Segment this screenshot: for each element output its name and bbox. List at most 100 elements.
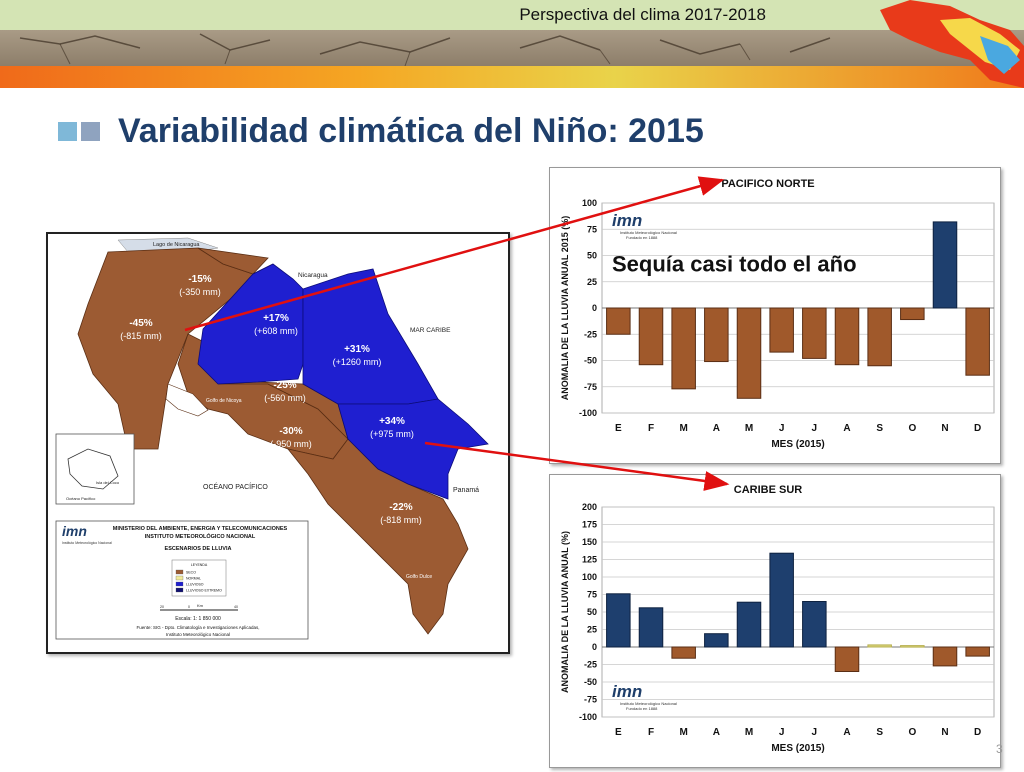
label-lake: Lago de Nicaragua bbox=[153, 242, 200, 248]
x-tick-label: J bbox=[812, 727, 818, 738]
y-axis-label: ANOMALIA DE LA LLUVIA ANUAL (%) bbox=[560, 531, 570, 693]
label-inset-ocean: Océano Pacífico bbox=[66, 496, 96, 501]
region-pct: +31% bbox=[344, 344, 370, 355]
x-tick-label: F bbox=[648, 727, 654, 738]
label-caribbean: MAR CARIBE bbox=[410, 327, 451, 334]
y-tick-label: 0 bbox=[592, 642, 597, 652]
y-tick-label: 25 bbox=[587, 625, 597, 635]
bar bbox=[769, 307, 794, 353]
bullet-square-dark bbox=[81, 122, 100, 141]
title-row: Variabilidad climática del Niño: 2015 bbox=[58, 112, 704, 151]
region-pct: -15% bbox=[188, 274, 211, 285]
imn-logo: imn bbox=[612, 682, 642, 701]
x-tick-label: J bbox=[779, 423, 785, 434]
imn-logo-founded: Fundado en 1888 bbox=[626, 706, 658, 711]
region-pct: -45% bbox=[129, 318, 152, 329]
bar bbox=[965, 307, 990, 376]
region-mm: (+975 mm) bbox=[370, 429, 414, 439]
y-tick-label: -50 bbox=[584, 356, 597, 366]
y-tick-label: -25 bbox=[584, 660, 597, 670]
scale-unit: Km bbox=[197, 603, 204, 608]
x-tick-label: N bbox=[941, 423, 948, 434]
y-tick-label: 50 bbox=[587, 607, 597, 617]
region-mm: (-818 mm) bbox=[380, 515, 422, 525]
label-gulf-nicoya: Golfo de Nicoya bbox=[206, 398, 242, 404]
bar bbox=[671, 307, 696, 390]
chart-pacifico-norte: -100 -75 -50 -25 0 25 50 75 100 E F M A M J J A S O N D PACIF… bbox=[549, 167, 1001, 464]
bar bbox=[704, 307, 729, 363]
x-tick-label: N bbox=[941, 727, 948, 738]
x-tick-label: A bbox=[843, 423, 850, 434]
label-panama: Panamá bbox=[453, 487, 479, 494]
bar bbox=[932, 221, 958, 309]
y-tick-label: 75 bbox=[587, 224, 597, 234]
x-tick-label: E bbox=[615, 727, 622, 738]
scale-tick: 40 bbox=[234, 605, 238, 609]
bar bbox=[802, 307, 827, 359]
page-title: Variabilidad climática del Niño: 2015 bbox=[118, 112, 704, 150]
bar bbox=[606, 307, 631, 335]
x-tick-label: S bbox=[876, 423, 883, 434]
bar bbox=[638, 607, 664, 648]
institute-text: INSTITUTO METEOROLÓGICO NACIONAL bbox=[145, 532, 256, 540]
bar bbox=[671, 646, 696, 659]
region-pct: -30% bbox=[279, 426, 302, 437]
chart-svg: -100 -75 -50 -25 0 25 50 75 100 125 150 175 200 E F M A M… bbox=[560, 484, 995, 754]
ministry-text: MINISTERIO DEL AMBIENTE, ENERGIA Y TELEC… bbox=[113, 526, 288, 532]
region-pct: +34% bbox=[379, 416, 405, 427]
y-tick-label: 75 bbox=[587, 590, 597, 600]
bar bbox=[802, 601, 827, 648]
imn-logo-founded: Fundado en 1888 bbox=[626, 235, 658, 240]
y-tick-label: 125 bbox=[582, 555, 597, 565]
page-number: 3 bbox=[996, 742, 1003, 756]
label-isla-coco: Isla del Coco bbox=[96, 480, 120, 485]
x-tick-label: E bbox=[615, 423, 622, 434]
legend-swatch bbox=[175, 575, 184, 581]
imn-logo-subtitle: Instituto Meteorológico Nacional bbox=[62, 541, 112, 545]
scale-text: Escala: 1: 1 850 000 bbox=[175, 616, 221, 622]
y-tick-label: -75 bbox=[584, 695, 597, 705]
y-tick-label: 0 bbox=[592, 303, 597, 313]
x-tick-label: A bbox=[713, 423, 720, 434]
chart-annotation: Sequía casi todo el año bbox=[612, 252, 857, 277]
imn-logo: imn bbox=[612, 211, 642, 230]
scenario-text: ESCENARIOS DE LLUVIA bbox=[165, 546, 232, 552]
legend-label: LLUVIOSO bbox=[186, 583, 204, 587]
bullet-square-light bbox=[58, 122, 77, 141]
region-pct: -25% bbox=[273, 380, 296, 391]
bar bbox=[932, 646, 958, 667]
x-tick-label: S bbox=[876, 727, 883, 738]
source-line1: Fuente: SIG - Dpto. Climatología e Inves… bbox=[136, 625, 259, 630]
x-tick-label: M bbox=[745, 727, 753, 738]
y-tick-label: 200 bbox=[582, 502, 597, 512]
region-mm: (-350 mm) bbox=[179, 287, 221, 297]
region-mm: (-560 mm) bbox=[264, 393, 306, 403]
x-tick-label: M bbox=[679, 423, 687, 434]
y-tick-label: -50 bbox=[584, 677, 597, 687]
x-tick-label: D bbox=[974, 727, 981, 738]
rain-scenario-map: -15% (-350 mm) -45% (-815 mm) +17% (+608… bbox=[46, 232, 510, 654]
bar bbox=[769, 552, 794, 648]
bar bbox=[965, 646, 990, 657]
x-tick-label: D bbox=[974, 423, 981, 434]
bar bbox=[606, 593, 631, 648]
chart-title: CARIBE SUR bbox=[734, 484, 803, 496]
legend-label: LLUVIOSO EXTREMO bbox=[186, 589, 222, 593]
country-heat-map-image bbox=[880, 0, 1024, 88]
label-pacific: OCÉANO PACÍFICO bbox=[203, 482, 268, 491]
y-tick-label: 25 bbox=[587, 277, 597, 287]
bar bbox=[638, 307, 664, 366]
chart-title: PACIFICO NORTE bbox=[721, 178, 814, 190]
region-mm: (-815 mm) bbox=[120, 331, 162, 341]
x-tick-label: J bbox=[779, 727, 785, 738]
legend-title: LEYENDA bbox=[191, 563, 208, 567]
region-pct: -22% bbox=[389, 502, 412, 513]
bar bbox=[867, 644, 892, 648]
region-mm: (+608 mm) bbox=[254, 326, 298, 336]
y-tick-label: -100 bbox=[579, 408, 597, 418]
y-tick-label: 175 bbox=[582, 520, 597, 530]
imn-logo: imn bbox=[62, 523, 87, 539]
bar bbox=[867, 307, 892, 367]
x-tick-label: A bbox=[713, 727, 720, 738]
legend-swatch bbox=[175, 581, 184, 587]
